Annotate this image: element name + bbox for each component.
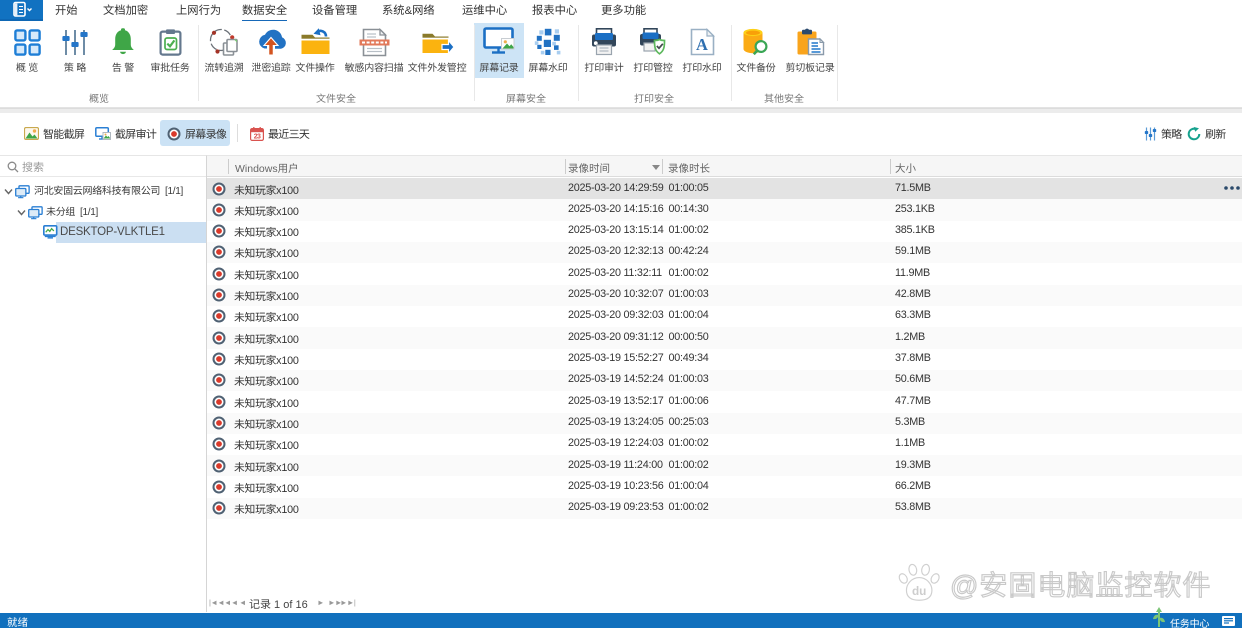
svg-text:du: du	[912, 584, 926, 598]
svg-text:A: A	[696, 35, 708, 54]
svg-text:23: 23	[254, 133, 261, 140]
